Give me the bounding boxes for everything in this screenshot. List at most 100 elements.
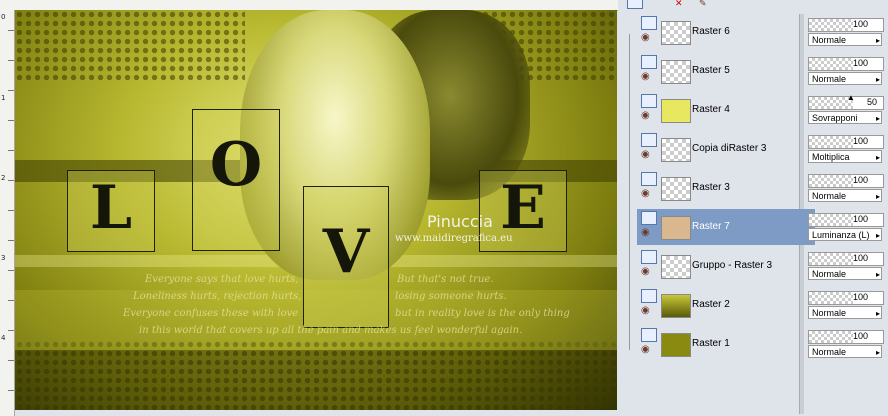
layer-thumbnail [661, 294, 691, 318]
layer-name: Raster 4 [692, 104, 730, 115]
eye-icon[interactable]: ◉ [641, 188, 650, 199]
letter-l: L [89, 173, 133, 243]
layer-name: Copia diRaster 3 [692, 143, 767, 154]
layer-row[interactable]: ◉ Raster 5 [637, 53, 815, 89]
raster-layer-icon [641, 328, 657, 342]
poem-line: but in reality love is the only thing [395, 308, 570, 319]
slider-handle-icon[interactable]: ▲ [847, 93, 855, 102]
new-layer-icon[interactable] [627, 0, 643, 9]
opacity-field[interactable]: 100 [808, 57, 884, 71]
opacity-field[interactable]: 100 [808, 291, 884, 305]
letter-box-o: O [192, 109, 280, 251]
image-canvas[interactable]: L O V E Pinuccia www.maidiregrafica.eu E… [15, 10, 617, 410]
layer-thumbnail [661, 255, 691, 279]
layer-row[interactable]: ◉ Copia diRaster 3 [637, 131, 815, 167]
layer-row[interactable]: ◉ Raster 4 [637, 92, 815, 128]
layer-row[interactable]: ◉ Raster 2 [637, 287, 815, 323]
layer-properties: 100 Normale ▸ [808, 329, 888, 365]
layer-name: Raster 5 [692, 65, 730, 76]
layer-properties: 100 Normale ▸ [808, 173, 888, 209]
layer-thumbnail [661, 333, 691, 357]
layers-palette: ✕ ✎ ▶ ◉ Raster 6 ◉ Raster 5 ◉ Raster 4 ◉… [619, 0, 888, 416]
layer-properties: 100 Normale ▸ [808, 17, 888, 53]
layer-name: Raster 3 [692, 182, 730, 193]
eye-icon[interactable]: ◉ [641, 32, 650, 43]
link-icon[interactable]: ✎ [699, 0, 707, 9]
ruler-tick [8, 390, 14, 391]
layer-thumbnail [661, 216, 691, 240]
blend-mode-select[interactable]: Moltiplica ▸ [808, 150, 882, 163]
layer-row[interactable]: ◉ Raster 3 [637, 170, 815, 206]
opacity-field[interactable]: ▲ 50 [808, 93, 884, 110]
ruler-number: 0 [1, 13, 6, 21]
layer-name: Raster 7 [692, 221, 730, 232]
layer-thumbnail [661, 21, 691, 45]
blend-mode-select[interactable]: Normale ▸ [808, 267, 882, 280]
blend-mode-select[interactable]: Sovrapponi ▸ [808, 111, 882, 124]
blend-mode-select[interactable]: Normale ▸ [808, 189, 882, 202]
opacity-field[interactable]: 100 [808, 18, 884, 32]
ruler-tick [8, 30, 14, 31]
layer-thumbnail [661, 177, 691, 201]
layer-row[interactable]: ◉ Raster 1 [637, 326, 815, 362]
group-tree-line [629, 34, 630, 350]
eye-icon[interactable]: ◉ [641, 344, 650, 355]
dropdown-arrow-icon: ▸ [875, 348, 880, 357]
ruler-number: 1 [1, 94, 6, 102]
dropdown-arrow-icon: ▸ [875, 153, 880, 162]
opacity-field[interactable]: 100 [808, 135, 884, 149]
dropdown-arrow-icon: ▸ [875, 75, 880, 84]
layer-row[interactable]: ◉ Gruppo - Raster 3 [637, 248, 815, 284]
ruler-tick [8, 120, 14, 121]
blend-mode-select[interactable]: Normale ▸ [808, 306, 882, 319]
layer-name: Raster 2 [692, 299, 730, 310]
raster-layer-icon [641, 172, 657, 186]
layer-properties: 100 Normale ▸ [808, 251, 888, 287]
blend-mode-select[interactable]: Normale ▸ [808, 72, 882, 85]
poem-line: losing someone hurts. [395, 291, 507, 302]
letter-box-v: V [303, 186, 389, 328]
opacity-field[interactable]: 100 [808, 330, 884, 344]
credit-name: Pinuccia [427, 212, 493, 231]
ruler-tick [8, 300, 14, 301]
vertical-ruler: 0 1 2 3 4 [0, 0, 15, 416]
raster-layer-icon [641, 133, 657, 147]
raster-layer-icon [641, 55, 657, 69]
eye-icon[interactable]: ◉ [641, 149, 650, 160]
blend-mode-select[interactable]: Luminanza (L) ▸ [808, 228, 882, 241]
dropdown-arrow-icon: ▸ [875, 309, 880, 318]
layer-row-selected[interactable]: ◉ Raster 7 [637, 209, 815, 245]
credit-url: www.maidiregrafica.eu [395, 233, 513, 244]
opacity-field[interactable]: 100 [808, 213, 884, 227]
ruler-tick [8, 150, 14, 151]
dropdown-arrow-icon: ▸ [875, 270, 880, 279]
raster-layer-icon [641, 211, 657, 225]
dropdown-arrow-icon: ▸ [875, 114, 880, 123]
halftone-pattern [15, 10, 245, 80]
eye-icon[interactable]: ◉ [641, 110, 650, 121]
blend-mode-select[interactable]: Normale ▸ [808, 33, 882, 46]
raster-layer-icon [641, 289, 657, 303]
eye-icon[interactable]: ◉ [641, 71, 650, 82]
dark-band [15, 350, 617, 410]
layer-properties: ▲ 50 Sovrapponi ▸ [808, 93, 888, 131]
ruler-number: 3 [1, 254, 6, 262]
eye-icon[interactable]: ◉ [641, 305, 650, 316]
layer-name: Raster 6 [692, 26, 730, 37]
delete-icon[interactable]: ✕ [675, 0, 683, 9]
opacity-field[interactable]: 100 [808, 174, 884, 188]
layer-thumbnail [661, 60, 691, 84]
dropdown-arrow-icon: ▸ [875, 36, 880, 45]
blend-mode-select[interactable]: Normale ▸ [808, 345, 882, 358]
layer-row[interactable]: ◉ Raster 6 [637, 14, 815, 50]
ruler-tick [8, 240, 14, 241]
eye-icon[interactable]: ◉ [641, 227, 650, 238]
letter-v: V [322, 217, 370, 287]
ruler-tick [8, 330, 14, 331]
eye-icon[interactable]: ◉ [641, 266, 650, 277]
ruler-tick [8, 360, 14, 361]
letter-box-l: L [67, 170, 155, 252]
group-icon [641, 250, 657, 264]
opacity-field[interactable]: 100 [808, 252, 884, 266]
raster-layer-icon [641, 16, 657, 30]
